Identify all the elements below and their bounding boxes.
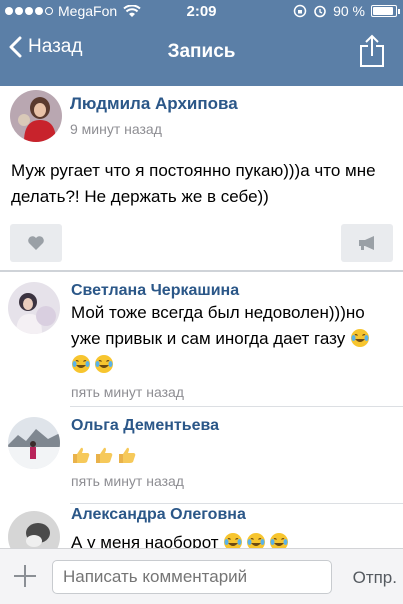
comment-composer: Отпр. [0,548,403,604]
post-header: Людмила Архипова 9 минут назад [0,86,403,152]
status-right: 90 % [293,3,400,19]
comment-text [71,443,396,469]
battery-percent: 90 % [333,3,365,19]
like-button[interactable] [10,224,62,262]
share-icon[interactable] [359,34,385,68]
comment-item: Светлана Черкашина Мой тоже всегда был н… [0,272,403,407]
battery-icon [371,5,400,17]
comment-timestamp: пять минут назад [71,473,184,489]
comment-input[interactable] [52,560,332,594]
status-bar: MegaFon 2:09 90 % [0,0,403,22]
alarm-icon [314,5,326,18]
comment-timestamp: пять минут назад [71,384,184,400]
commenter-avatar[interactable] [8,417,60,469]
laughing-tears-emoji [72,355,90,373]
comment-author-name[interactable]: Светлана Черкашина [71,282,239,300]
author-avatar[interactable] [10,90,62,142]
plus-icon[interactable] [12,563,38,589]
post-actions [10,224,393,262]
megaphone-icon [359,236,374,250]
thumbs-up-emoji [73,447,90,463]
thumbs-up-emoji [119,447,136,463]
rotation-lock-icon [293,4,307,18]
comment-text: Мой тоже всегда был недоволен)))но уже п… [71,300,396,378]
comment-author-name[interactable]: Александра Олеговна [71,506,246,524]
comment-text-content: Мой тоже всегда был недоволен)))но уже п… [71,303,365,348]
nav-bar: Назад Запись [0,22,403,86]
heart-icon [28,236,44,250]
laughing-tears-emoji [224,533,243,548]
post-author-name[interactable]: Людмила Архипова [70,94,238,114]
laughing-tears-emoji [270,533,289,548]
comment-item: Ольга Дементьева пять минут назад [0,407,403,505]
comment-author-name[interactable]: Ольга Дементьева [71,417,219,435]
page-title: Запись [167,41,236,62]
battery-fill [373,7,393,15]
send-button[interactable]: Отпр. [353,568,397,588]
repost-button[interactable] [341,224,393,262]
comment-text-content: А у меня наоборот [71,533,219,548]
laughing-tears-emoji [95,355,113,373]
laughing-tears-emoji [247,533,266,548]
thumbs-up-emoji [96,447,113,463]
commenter-avatar[interactable] [8,282,60,334]
comment-item: Александра Олеговна А у меня наоборот [0,503,403,548]
top-bar: MegaFon 2:09 90 % Назад Запись [0,0,403,86]
commenter-avatar[interactable] [8,511,60,548]
comment-text: А у меня наоборот [71,530,396,548]
post-timestamp: 9 минут назад [70,121,162,137]
post-text: Муж ругает что я постоянно пукаю)))а что… [11,161,376,206]
laughing-tears-emoji [350,329,369,347]
